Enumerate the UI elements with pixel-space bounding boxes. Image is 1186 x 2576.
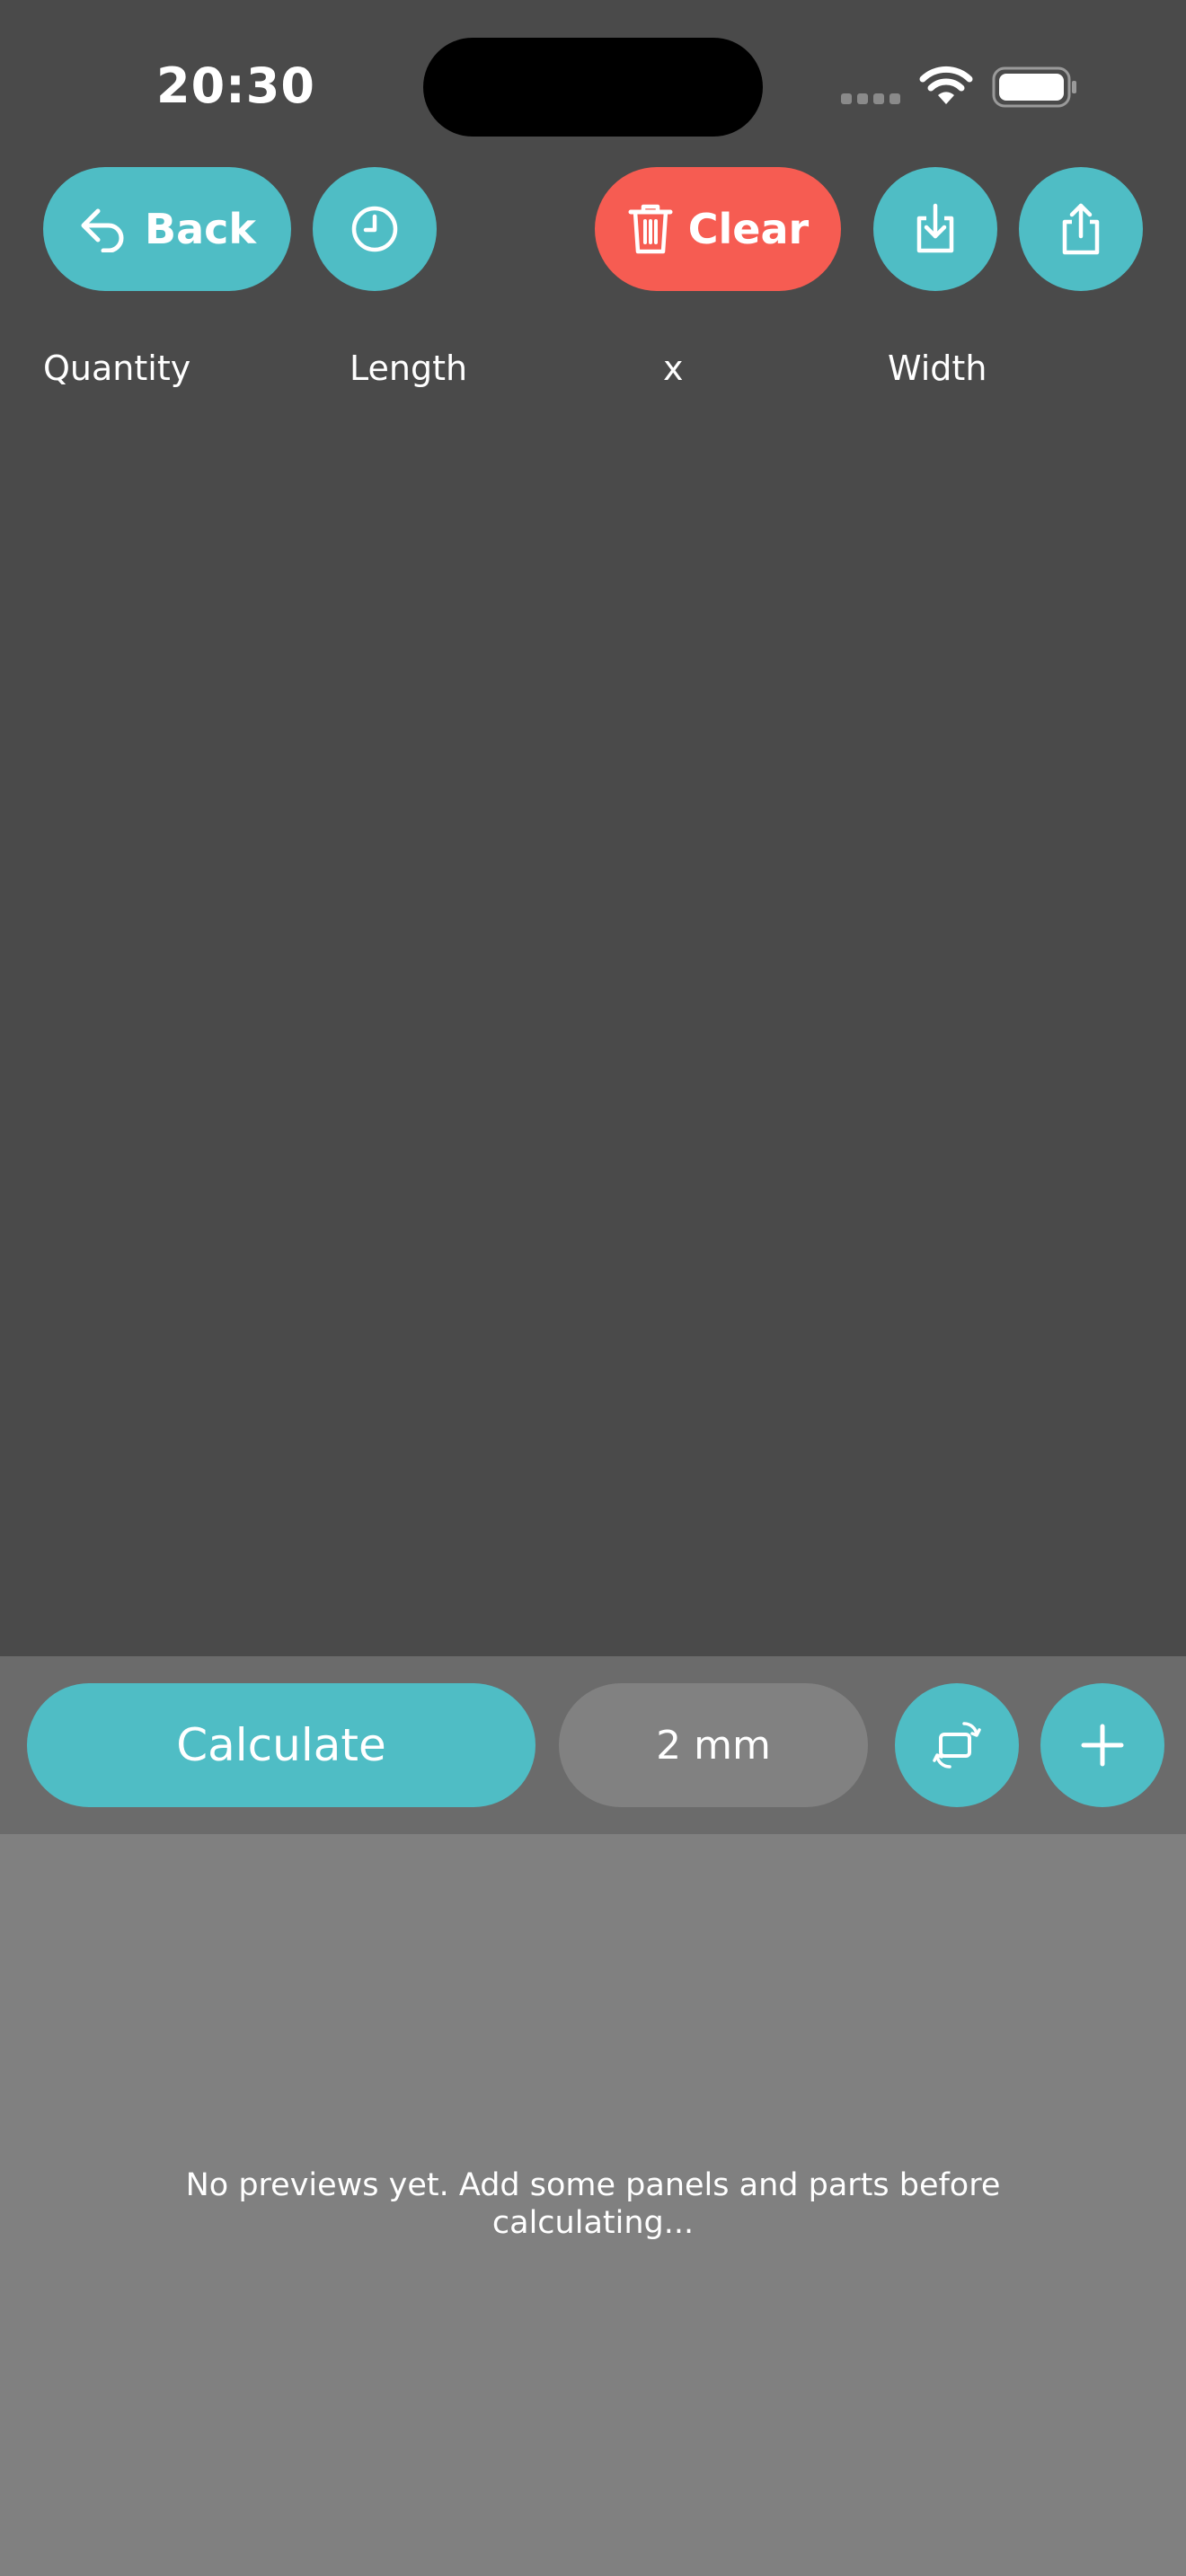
history-button[interactable]	[313, 167, 437, 291]
kerf-width-field[interactable]: 2 mm	[559, 1683, 868, 1807]
import-button[interactable]	[873, 167, 997, 291]
dynamic-island	[423, 38, 763, 137]
rotate-icon	[933, 1722, 981, 1769]
calculate-button[interactable]: Calculate	[27, 1683, 535, 1807]
status-time: 20:30	[156, 57, 315, 114]
battery-icon	[992, 66, 1076, 108]
back-button-label: Back	[145, 205, 256, 253]
column-header-length: Length	[350, 348, 468, 388]
wifi-icon	[919, 66, 973, 104]
column-header-separator: x	[663, 348, 684, 388]
clear-button-label: Clear	[687, 205, 810, 253]
add-button[interactable]	[1040, 1683, 1164, 1807]
cellular-signal-icon	[841, 93, 902, 106]
share-button[interactable]	[1019, 167, 1143, 291]
trash-icon	[628, 204, 673, 254]
column-header-quantity: Quantity	[43, 348, 191, 388]
clear-button[interactable]: Clear	[595, 167, 841, 291]
share-icon	[1062, 203, 1100, 255]
clock-icon	[351, 206, 398, 252]
column-header-width: Width	[888, 348, 987, 388]
plus-icon	[1081, 1724, 1124, 1767]
back-arrow-icon	[81, 208, 124, 252]
empty-preview-message: No previews yet. Add some panels and par…	[185, 2167, 1001, 2241]
calculate-button-label: Calculate	[176, 1719, 386, 1771]
download-tray-icon	[916, 203, 954, 253]
rotate-button[interactable]	[895, 1683, 1019, 1807]
back-button[interactable]: Back	[43, 167, 291, 291]
